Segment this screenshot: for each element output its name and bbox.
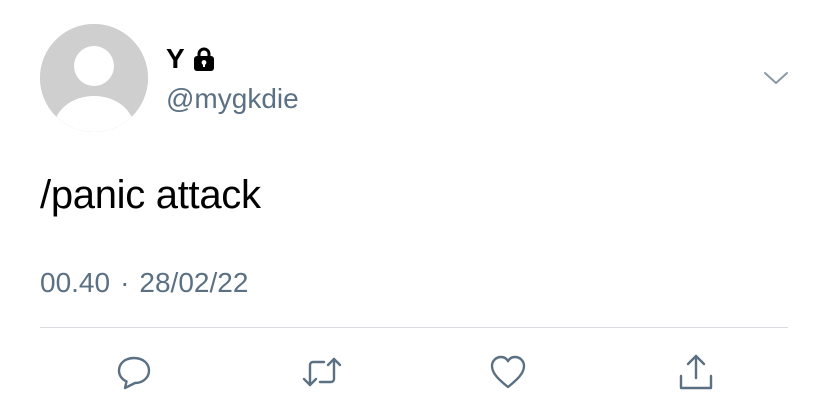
action-bar	[0, 350, 828, 394]
meta-separator: ·	[120, 267, 130, 298]
author-handle[interactable]: @mygkdie	[166, 82, 299, 116]
author-name-row[interactable]: Y	[166, 42, 215, 76]
chevron-down-icon[interactable]	[762, 66, 790, 90]
lock-icon	[193, 47, 215, 71]
reply-button[interactable]	[112, 350, 156, 394]
tweet-timestamp[interactable]: 00.40 · 28/02/22	[40, 266, 248, 300]
reply-icon	[117, 356, 151, 390]
share-button[interactable]	[674, 350, 718, 394]
like-button[interactable]	[486, 350, 530, 394]
avatar[interactable]	[40, 24, 148, 132]
tweet-date: 28/02/22	[139, 267, 249, 298]
retweet-button[interactable]	[300, 350, 344, 394]
tweet-time: 00.40	[40, 267, 111, 298]
display-name[interactable]: Y	[166, 42, 185, 76]
heart-icon	[490, 355, 526, 389]
share-icon	[679, 354, 713, 390]
retweet-icon	[302, 357, 342, 387]
divider	[40, 327, 788, 328]
default-avatar-icon	[40, 24, 148, 132]
tweet-text: /panic attack	[40, 173, 261, 217]
